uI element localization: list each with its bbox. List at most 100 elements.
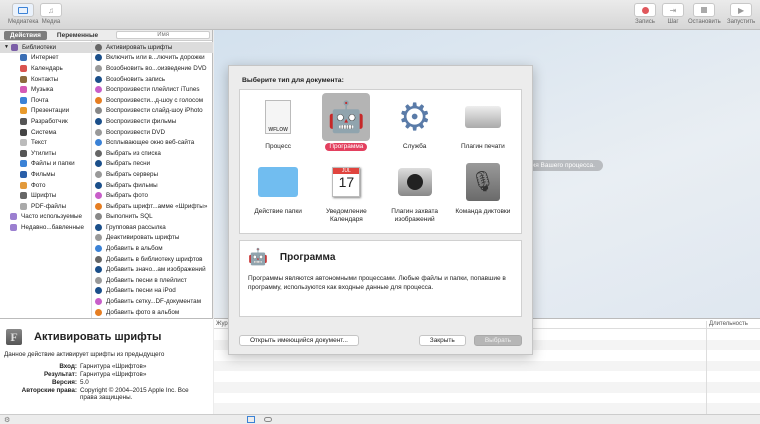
library-icon [20, 170, 27, 178]
action-item[interactable]: Выбрать песни [92, 159, 213, 170]
action-item[interactable]: Добавить фото в альбом [92, 307, 213, 318]
choose-button[interactable]: Выбрать [473, 335, 522, 346]
action-label: Добавить в библиотеку шрифтов [106, 255, 203, 263]
microphone-icon: 🎙 [459, 158, 507, 206]
action-label: Добавить значо...ам изображений [106, 266, 206, 274]
action-item[interactable]: Добавить сетку...DF-документам [92, 296, 213, 307]
action-icon [95, 149, 102, 157]
action-item[interactable]: Воспроизвести фильмы [92, 116, 213, 127]
open-existing-button[interactable]: Открыть имеющийся документ... [239, 335, 359, 346]
library-label: Почта [31, 96, 49, 104]
document-type-option[interactable]: JUL 17 Уведомление Календаря [312, 158, 380, 231]
library-item[interactable]: Система [0, 127, 91, 138]
document-type-option[interactable]: Действие папки [244, 158, 312, 231]
action-item[interactable]: Выбрать серверы [92, 169, 213, 180]
library-item[interactable]: Разработчик [0, 116, 91, 127]
action-item[interactable]: Всплывающее окно веб-сайта [92, 137, 213, 148]
log-view-icon[interactable] [247, 416, 255, 423]
step-button[interactable]: ⇥ Шаг [662, 3, 684, 25]
library-label: Разработчик [31, 117, 68, 125]
action-label: Деактивировать шрифты [106, 234, 180, 242]
library-item[interactable]: Презентации [0, 106, 91, 117]
library-label: Система [31, 128, 57, 136]
stop-button[interactable]: Остановить [688, 3, 721, 25]
action-item[interactable]: Выполнить SQL [92, 212, 213, 223]
action-icon [95, 213, 102, 221]
camera-icon [391, 158, 439, 206]
library-item[interactable]: Файлы и папки [0, 159, 91, 170]
duration-column-header[interactable]: Длительность [706, 321, 748, 417]
action-label: Воспроизвести...д-шоу с голосом [106, 96, 204, 104]
action-item[interactable]: Выбрать шрифт...амме «Шрифты» [92, 201, 213, 212]
document-type-option[interactable]: 🤖 Программа [312, 93, 380, 158]
document-type-option[interactable]: Плагин захвата изображений [381, 158, 449, 231]
action-item[interactable]: Добавить значо...ам изображений [92, 264, 213, 275]
library-item[interactable]: Фото [0, 180, 91, 191]
action-icon [95, 170, 102, 178]
record-button[interactable]: Запись [634, 3, 656, 25]
document-type-label: Служба [402, 143, 427, 150]
library-item[interactable]: Утилиты [0, 148, 91, 159]
action-item[interactable]: Выбрать фильмы [92, 180, 213, 191]
action-icon [95, 160, 102, 168]
document-type-label: Плагин печати [460, 143, 505, 150]
library-item[interactable]: PDF-файлы [0, 201, 91, 212]
variables-view-icon[interactable] [264, 417, 272, 422]
search-input[interactable] [116, 31, 211, 39]
library-item[interactable]: Музыка [0, 84, 91, 95]
document-type-option[interactable]: 🎙 Команда диктовки [449, 158, 517, 231]
action-item[interactable]: Групповая рассылка [92, 222, 213, 233]
action-item[interactable]: Возобновить запись [92, 74, 213, 85]
library-item[interactable]: Интернет [0, 53, 91, 64]
action-item[interactable]: Включить или в...лючить дорожки [92, 53, 213, 64]
library-item[interactable]: Недавно...бавленные [0, 222, 91, 233]
document-type-option[interactable]: ⚙ Служба [381, 93, 449, 158]
disclosure-triangle-icon[interactable]: ▼ [4, 44, 9, 50]
action-item[interactable]: Воспроизвести слайд-шоу iPhoto [92, 106, 213, 117]
action-item[interactable]: Воспроизвести DVD [92, 127, 213, 138]
tab-variables[interactable]: Переменные [51, 31, 104, 40]
action-item[interactable]: Добавить в библиотеку шрифтов [92, 254, 213, 265]
library-item[interactable]: Текст [0, 137, 91, 148]
library-label: Презентации [31, 107, 70, 115]
action-label: Добавить фото в альбом [106, 308, 180, 316]
action-label: Добавить песни на iPod [106, 287, 176, 295]
automator-robot-icon: 🤖 [322, 93, 371, 141]
library-root[interactable]: ▼ Библиотеки [0, 42, 91, 53]
action-item[interactable]: Воспроизвести...д-шоу с голосом [92, 95, 213, 106]
gear-icon[interactable]: ⚙ [4, 416, 10, 424]
library-item[interactable]: Шрифты [0, 190, 91, 201]
action-item[interactable]: Добавить песни в плейлист [92, 275, 213, 286]
action-icon [95, 234, 102, 242]
library-item[interactable]: Фильмы [0, 169, 91, 180]
action-item[interactable]: Возобновить во...оизведение DVD [92, 63, 213, 74]
action-label: Добавить песни в плейлист [106, 276, 187, 284]
document-type-option[interactable]: WFLOW Процесс [244, 93, 312, 158]
run-button[interactable]: ▶ Запустить [727, 3, 755, 25]
document-type-dialog: Выберите тип для документа: WFLOW Процесс… [228, 65, 533, 355]
tab-actions[interactable]: Действия [4, 30, 47, 40]
library-item[interactable]: Контакты [0, 74, 91, 85]
document-type-option[interactable]: Плагин печати [449, 93, 517, 158]
media-button[interactable]: ♫ Медиа [40, 3, 62, 25]
library-item[interactable]: Почта [0, 95, 91, 106]
action-item[interactable]: Выбрать фото [92, 190, 213, 201]
action-item[interactable]: Добавить в альбом [92, 243, 213, 254]
stop-icon [693, 3, 716, 17]
field-key: Результат: [43, 371, 77, 378]
action-item[interactable]: Деактивировать шрифты [92, 233, 213, 244]
library-label: Интернет [31, 54, 59, 62]
library-item[interactable]: Календарь [0, 63, 91, 74]
action-item[interactable]: Воспроизвести плейлист iTunes [92, 84, 213, 95]
font-book-icon: F [6, 329, 22, 345]
field-value: 5.0 [80, 379, 89, 386]
action-item[interactable]: Выбрать из списка [92, 148, 213, 159]
automator-robot-icon: 🤖 [248, 249, 268, 266]
action-label: Включить или в...лючить дорожки [106, 54, 205, 62]
close-button[interactable]: Закрыть [418, 335, 466, 346]
action-item[interactable]: Добавить песни на iPod [92, 286, 213, 297]
library-button[interactable]: Медиатека [8, 3, 38, 25]
action-item[interactable]: Активировать шрифты [92, 42, 213, 53]
library-item[interactable]: Часто используемые [0, 212, 91, 223]
info-title: Программа [279, 251, 336, 263]
